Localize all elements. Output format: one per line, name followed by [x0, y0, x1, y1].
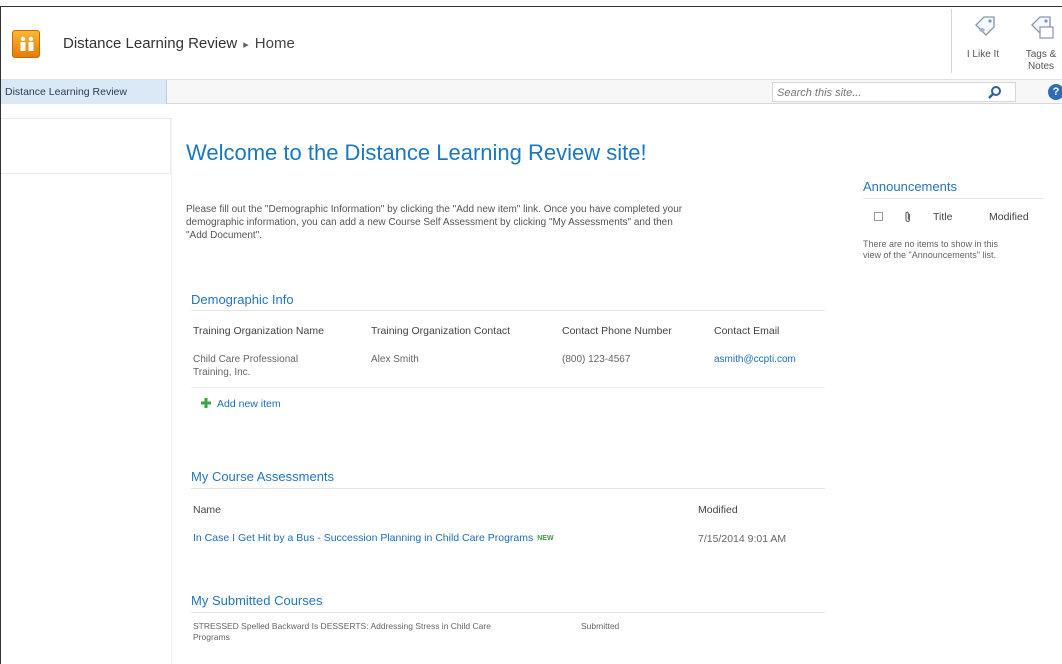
col-org-contact[interactable]: Training Organization Contact [371, 325, 510, 337]
announcements-col-title[interactable]: Title [933, 211, 952, 223]
tags-notes-label-line1: Tags & [1025, 49, 1057, 60]
intro-line-2: demographic information, you can add a n… [186, 217, 673, 228]
breadcrumb: Distance Learning Review ▸ Home [63, 35, 295, 52]
quick-launch-panel [1, 118, 171, 174]
assessments-title-rule [191, 488, 825, 489]
intro-line-3: "Add Document". [186, 230, 263, 241]
left-divider [171, 118, 172, 664]
announcements-title-rule [863, 198, 1043, 199]
tags-notes-icon [1031, 16, 1054, 39]
announcements-col-modified[interactable]: Modified [989, 211, 1029, 223]
cell-org-name-line2: Training, Inc. [193, 367, 251, 378]
page-title: Welcome to the Distance Learning Review … [186, 140, 647, 165]
i-like-it-label: I Like It [966, 49, 1000, 60]
row-rule [191, 387, 825, 388]
email-link[interactable]: asmith@ccpti.com [714, 354, 796, 365]
nav-tab-home[interactable]: Distance Learning Review [1, 80, 167, 104]
announcements-empty-line2: view of the "Announcements" list. [863, 250, 996, 260]
help-icon[interactable]: ? [1048, 84, 1062, 100]
tags-notes-label-line2: Notes [1027, 61, 1055, 72]
search-box [772, 82, 1016, 102]
demographic-title-rule [191, 310, 825, 311]
announcements-title[interactable]: Announcements [863, 179, 957, 194]
cell-submitted-name: STRESSED Spelled Backward Is DESSERTS: A… [193, 621, 573, 643]
tags-notes-button[interactable]: Tags & Notes [1013, 9, 1062, 77]
cell-contact: Alex Smith [371, 354, 419, 365]
ribbon-divider [951, 9, 952, 73]
cell-submitted-name-line1: STRESSED Spelled Backward Is DESSERTS: A… [193, 621, 491, 631]
cell-assessment-modified: 7/15/2014 9:01 AM [698, 533, 787, 545]
cell-email: asmith@ccpti.com [714, 353, 796, 366]
breadcrumb-current-page: Home [254, 35, 295, 52]
search-icon[interactable] [987, 85, 1003, 100]
announcements-empty-message: There are no items to show in this view … [863, 239, 1043, 261]
cell-phone: (800) 123-4567 [562, 354, 631, 365]
intro-line-1: Please fill out the "Demographic Informa… [186, 204, 683, 215]
intro-text: Please fill out the "Demographic Informa… [186, 203, 836, 242]
cell-org-name: Child Care Professional Training, Inc. [193, 353, 353, 379]
cell-submitted-status: Submitted [581, 621, 620, 631]
cell-assessment-name: In Case I Get Hit by a Bus - Succession … [193, 532, 554, 545]
col-assessment-name[interactable]: Name [193, 504, 221, 516]
like-tag-icon [975, 16, 995, 36]
demographic-info-title[interactable]: Demographic Info [191, 292, 294, 307]
col-assessment-modified[interactable]: Modified [698, 504, 738, 516]
cell-submitted-name-line2: Programs [193, 632, 230, 642]
breadcrumb-separator-icon: ▸ [243, 39, 249, 51]
announcements-empty-line1: There are no items to show in this [863, 239, 999, 249]
top-nav-bar: Distance Learning Review ? [1, 79, 1062, 104]
submitted-courses-title[interactable]: My Submitted Courses [191, 593, 323, 608]
add-plus-icon [201, 398, 211, 408]
col-phone[interactable]: Contact Phone Number [562, 325, 672, 337]
breadcrumb-site-link[interactable]: Distance Learning Review [63, 35, 237, 52]
submitted-title-rule [191, 612, 825, 613]
new-badge-icon: NEW [537, 535, 554, 542]
add-new-item-link[interactable]: Add new item [201, 397, 281, 410]
select-all-checkbox[interactable] [874, 212, 883, 221]
sharepoint-window: Distance Learning Review ▸ Home I Like It … [0, 6, 1062, 664]
i-like-it-button[interactable]: I Like It [955, 9, 1011, 77]
assessment-link[interactable]: In Case I Get Hit by a Bus - Succession … [193, 532, 533, 544]
cell-org-name-line1: Child Care Professional [193, 354, 299, 365]
course-assessments-title[interactable]: My Course Assessments [191, 469, 334, 484]
col-org-name[interactable]: Training Organization Name [193, 325, 324, 337]
add-new-item-label: Add new item [217, 398, 281, 410]
site-logo-icon[interactable] [12, 30, 40, 58]
title-bar: Distance Learning Review ▸ Home I Like It … [1, 7, 1062, 79]
search-input[interactable] [777, 85, 977, 100]
col-email[interactable]: Contact Email [714, 325, 779, 337]
attachment-icon [905, 211, 911, 222]
